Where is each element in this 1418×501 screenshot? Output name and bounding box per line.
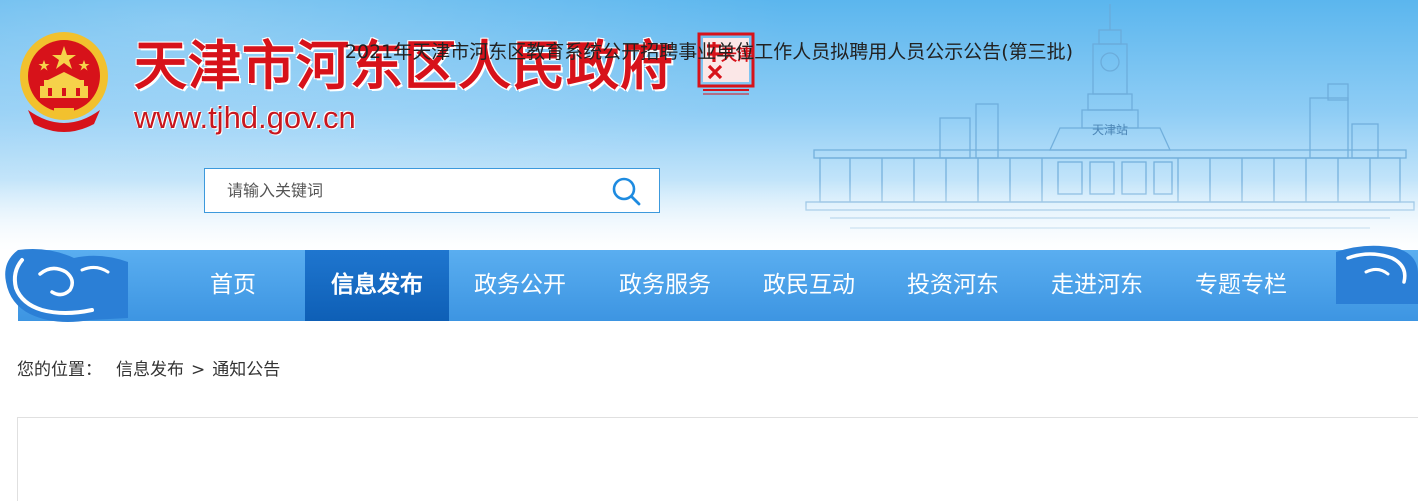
nav-item-info-release[interactable]: 信息发布 [305, 250, 449, 321]
breadcrumb: 您的位置： 信息发布 > 通知公告 [17, 358, 280, 382]
breadcrumb-separator: > [191, 360, 206, 380]
nav-item-invest-hedong[interactable]: 投资河东 [888, 250, 1018, 321]
nav-item-gov-affairs-public[interactable]: 政务公开 [455, 250, 585, 321]
search-input[interactable] [205, 169, 595, 212]
site-url[interactable]: www.tjhd.gov.cn [134, 101, 356, 135]
cloud-ornament-left-icon [5, 249, 128, 322]
search-box [204, 168, 660, 213]
breadcrumb-label: 您的位置： [17, 360, 102, 380]
breadcrumb-link-info-release[interactable]: 信息发布 [116, 358, 184, 382]
breadcrumb-link-notices[interactable]: 通知公告 [212, 358, 280, 382]
nav-item-explore-hedong[interactable]: 走进河东 [1032, 250, 1162, 321]
nav-item-home[interactable]: 首页 [188, 250, 278, 321]
search-icon[interactable] [611, 176, 641, 206]
station-sign: 天津站 [1092, 123, 1128, 137]
cloud-ornament-right-icon [1336, 245, 1418, 304]
nav-item-special-topics[interactable]: 专题专栏 [1176, 250, 1306, 321]
article-panel [17, 417, 1418, 501]
article-title: 2021年天津市河东区教育系统公开招聘事业单位工作人员拟聘用人员公示公告(第三批… [344, 41, 1074, 63]
nav-item-gov-services[interactable]: 政务服务 [600, 250, 730, 321]
nav-item-public-interaction[interactable]: 政民互动 [744, 250, 874, 321]
